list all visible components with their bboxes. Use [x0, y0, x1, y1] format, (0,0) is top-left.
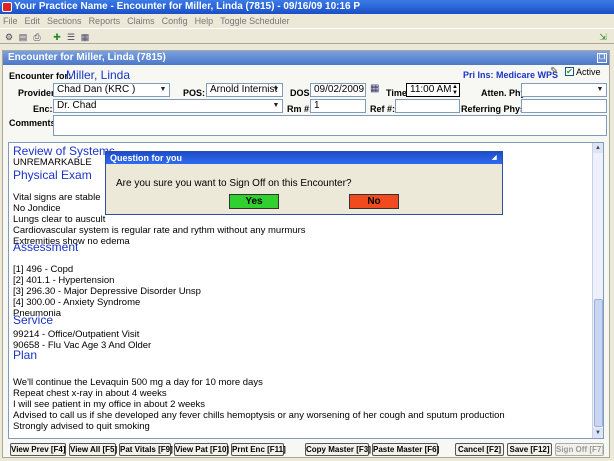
menu-edit[interactable]: Edit [25, 16, 41, 26]
app-icon [2, 2, 12, 12]
yes-button[interactable]: Yes [229, 194, 279, 209]
note-line: We'll continue the Levaquin 500 mg a day… [13, 377, 263, 388]
export-icon[interactable]: ⇲ [598, 32, 608, 42]
ref-label: Ref #: [370, 104, 396, 114]
referring-phys-label: Referring Phys: [461, 104, 529, 114]
app-title-bar: Your Practice Name - Encounter for Mille… [0, 0, 614, 14]
dialog-message: Are you sure you want to Sign Off on thi… [116, 178, 352, 189]
note-line: Advised to call us if she developed any … [13, 410, 505, 421]
assessment-heading: Assessment [13, 240, 79, 254]
note-line: UNREMARKABLE [13, 157, 92, 168]
encounter-window-title: Encounter for Miller, Linda (7815) ❐ [3, 51, 609, 65]
comments-label: Comments: [9, 118, 59, 128]
chevron-down-icon: ▼ [596, 86, 604, 93]
restore-icon[interactable]: ❐ [597, 53, 607, 63]
menu-bar: File Edit Sections Reports Claims Config… [0, 14, 614, 28]
note-line: [2] 401.1 - Hypertension [13, 275, 115, 286]
chevron-down-icon: ▼ [272, 86, 280, 93]
note-line: [1] 496 - Copd [13, 264, 74, 275]
pos-value: Arnold Internist [210, 84, 278, 95]
cancel-button[interactable]: Cancel [F2] [455, 443, 504, 456]
copy-master-button[interactable]: Copy Master [F3] [305, 443, 371, 456]
menu-claims[interactable]: Claims [127, 16, 155, 26]
view-all-button[interactable]: View All [F5] [69, 443, 117, 456]
calendar-icon[interactable]: ▦ [370, 83, 379, 94]
sign-off-dialog: Question for you ◢ Are you sure you want… [105, 151, 503, 215]
note-line: [3] 296.30 - Major Depressive Disorder U… [13, 286, 201, 297]
menu-config[interactable]: Config [162, 16, 188, 26]
menu-file[interactable]: File [3, 16, 18, 26]
paste-master-button[interactable]: Paste Master [F6] [372, 443, 439, 456]
active-label: Active [576, 67, 601, 77]
scrollbar-thumb[interactable] [594, 299, 603, 427]
dos-input[interactable]: 09/02/2009 [310, 83, 366, 97]
enc-select[interactable]: Dr. Chad ▼ [53, 99, 283, 113]
active-checkbox[interactable]: ✔ [565, 67, 574, 76]
encounter-window-title-text: Encounter for Miller, Linda (7815) [8, 52, 166, 63]
dialog-title: Question for you [110, 153, 182, 163]
save-button[interactable]: Save [F12] [507, 443, 552, 456]
dialog-title-bar: Question for you ◢ [106, 152, 502, 164]
rm-input[interactable]: 1 [310, 99, 366, 113]
chevron-down-icon: ▼ [159, 86, 167, 93]
menu-sections[interactable]: Sections [47, 16, 82, 26]
time-spinner-icon[interactable]: ▲ ▼ [452, 84, 458, 96]
prnt-enc-button[interactable]: Prnt Enc [F11] [231, 443, 286, 456]
add-icon[interactable]: ✚ [52, 32, 62, 42]
service-heading: Service [13, 313, 54, 327]
note-line: Cardiovascular system is regular rate an… [13, 225, 306, 236]
physical-exam-heading: Physical Exam [13, 168, 92, 182]
resize-icon: ◢ [492, 155, 497, 161]
note-line: Repeat chest x-ray in about 4 weeks [13, 388, 167, 399]
note-scrollbar[interactable]: ▲ ▼ [592, 143, 603, 438]
pos-label: POS: [183, 88, 206, 98]
dos-value: 09/02/2009 [314, 84, 365, 95]
toolbar: ⚙ ▤ ⎙ ✚ ☰ ▦ ⇲ [0, 28, 614, 44]
referring-phys-input[interactable] [521, 99, 607, 113]
time-value: 11:00 AM [410, 84, 452, 95]
note-line: Strongly advised to quit smoking [13, 421, 150, 432]
time-input[interactable]: 11:00 AM ▲ ▼ [406, 83, 460, 97]
scroll-up-icon[interactable]: ▲ [593, 143, 603, 153]
sign-off-button[interactable]: Sign Off [F7] [555, 443, 604, 456]
menu-reports[interactable]: Reports [89, 16, 121, 26]
note-line: [4] 300.00 - Anxiety Syndrome [13, 297, 141, 308]
provider-select[interactable]: Chad Dan (KRC ) ▼ [53, 83, 170, 97]
note-line: 99214 - Office/Outpatient Visit [13, 329, 140, 340]
settings-icon[interactable]: ⚙ [4, 32, 14, 42]
note-line: No Jondice [13, 203, 61, 214]
encounter-for-label: Encounter for: [9, 71, 71, 81]
view-pat-button[interactable]: View Pat [F10] [174, 443, 229, 456]
ref-input[interactable] [395, 99, 460, 113]
note-line: Vital signs are stable [13, 192, 101, 203]
provider-label: Provider: [18, 88, 58, 98]
scroll-down-icon[interactable]: ▼ [593, 428, 603, 438]
document-icon[interactable]: ▤ [18, 32, 28, 42]
patient-name: Miller, Linda [66, 68, 131, 82]
note-line: Lungs clear to auscult [13, 214, 106, 225]
enc-label: Enc: [33, 104, 53, 114]
app-title: Your Practice Name - Encounter for Mille… [14, 1, 361, 12]
menu-help[interactable]: Help [195, 16, 214, 26]
plan-heading: Plan [13, 348, 38, 362]
provider-value: Chad Dan (KRC ) [57, 84, 136, 95]
rm-value: 1 [314, 100, 320, 111]
chevron-down-icon: ▼ [272, 102, 280, 109]
calendar-icon[interactable]: ▦ [80, 32, 90, 42]
menu-toggle-scheduler[interactable]: Toggle Scheduler [220, 16, 290, 26]
enc-value: Dr. Chad [57, 100, 97, 111]
list-icon[interactable]: ☰ [66, 32, 76, 42]
view-prev-button[interactable]: View Prev [F4] [10, 443, 66, 456]
pat-vitals-button[interactable]: Pat Vitals [F9] [119, 443, 173, 456]
note-line: I will see patient in my office in about… [13, 399, 206, 410]
no-button[interactable]: No [349, 194, 399, 209]
pos-select[interactable]: Arnold Internist ▼ [206, 83, 283, 97]
print-icon[interactable]: ⎙ [32, 32, 42, 42]
atten-phys-select[interactable]: ▼ [521, 83, 607, 97]
rm-label: Rm #: [287, 104, 313, 114]
pri-ins-label: Pri Ins: Medicare WPS [463, 70, 559, 80]
comments-input[interactable] [53, 115, 607, 136]
edit-insurance-icon[interactable]: ✎ [550, 66, 558, 77]
